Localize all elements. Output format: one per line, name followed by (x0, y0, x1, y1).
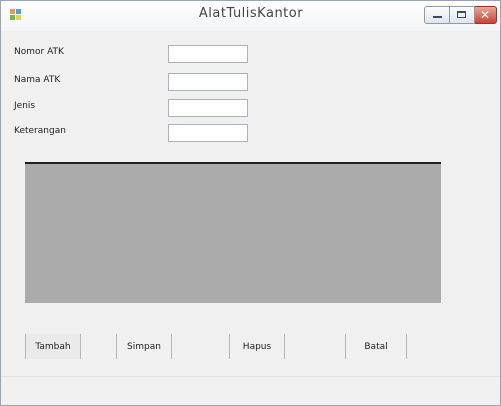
batal-button[interactable]: Batal (345, 334, 407, 359)
app-icon (10, 9, 22, 21)
close-button[interactable]: ✕ (475, 6, 497, 24)
hapus-button[interactable]: Hapus (229, 334, 285, 359)
nomor-atk-input[interactable] (168, 45, 248, 63)
app-icon-square-blue (16, 9, 21, 14)
data-grid[interactable] (25, 162, 441, 303)
close-icon: ✕ (480, 8, 491, 22)
label-nomor-atk: Nomor ATK (14, 47, 64, 57)
app-icon-square-yellow (16, 15, 21, 20)
jenis-input[interactable] (168, 99, 248, 117)
maximize-icon (457, 11, 466, 18)
tambah-button[interactable]: Tambah (25, 334, 81, 359)
title-bar[interactable]: AlatTulisKantor ✕ (1, 1, 500, 31)
simpan-button[interactable]: Simpan (116, 334, 172, 359)
label-keterangan: Keterangan (14, 126, 66, 136)
minimize-button[interactable] (424, 6, 450, 24)
label-nama-atk: Nama ATK (14, 75, 61, 85)
maximize-button[interactable] (450, 6, 475, 24)
nama-atk-input[interactable] (168, 73, 248, 91)
label-jenis: Jenis (14, 101, 36, 111)
keterangan-input[interactable] (168, 124, 248, 142)
app-window: AlatTulisKantor ✕ Nomor ATK Nama ATK Jen… (0, 0, 501, 406)
app-icon-square-green (10, 15, 15, 20)
minimize-icon (433, 16, 442, 18)
status-divider (1, 376, 500, 377)
app-icon-square-orange (10, 9, 15, 14)
window-title: AlatTulisKantor (198, 6, 304, 21)
